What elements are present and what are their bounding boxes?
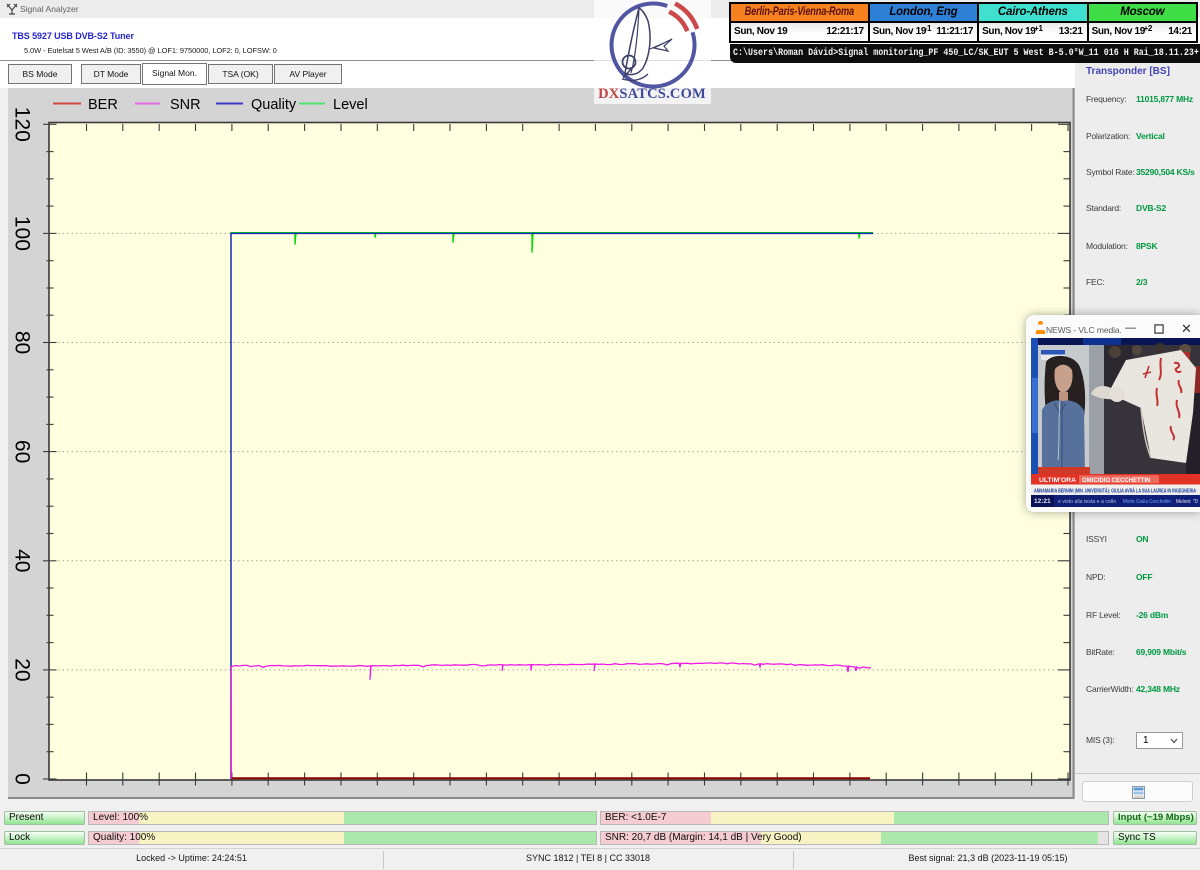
svg-text:120: 120 xyxy=(11,107,34,142)
svg-text:BER: BER xyxy=(88,97,118,113)
svg-text:Meloni: "D: Meloni: "D xyxy=(1176,499,1198,505)
svg-text:Quality: Quality xyxy=(251,97,297,113)
svg-text:ANNAMARIA BERNINI (MIN. UNIVER: ANNAMARIA BERNINI (MIN. UNIVERSITÀ): GIU… xyxy=(1034,488,1196,495)
svg-text:e visto alla testa e a collo: e visto alla testa e a collo xyxy=(1058,499,1116,505)
svg-text:SNR: SNR xyxy=(170,97,201,113)
svg-text:ULTIM'ORA: ULTIM'ORA xyxy=(1039,477,1076,484)
svg-text:DXSATCS.COM: DXSATCS.COM xyxy=(598,86,706,102)
svg-text:Morte Giulia Cecchettin: Morte Giulia Cecchettin xyxy=(1123,499,1171,505)
svg-text:OMICIDIO CECCHETTIN: OMICIDIO CECCHETTIN xyxy=(1082,478,1150,484)
svg-text:80: 80 xyxy=(11,331,34,354)
svg-text:12:21: 12:21 xyxy=(1034,498,1051,505)
svg-text:60: 60 xyxy=(11,440,34,463)
svg-text:20: 20 xyxy=(11,658,34,681)
svg-text:40: 40 xyxy=(11,549,34,572)
svg-text:Level: Level xyxy=(333,97,368,113)
svg-text:0: 0 xyxy=(11,773,34,785)
svg-text:100: 100 xyxy=(11,216,34,251)
